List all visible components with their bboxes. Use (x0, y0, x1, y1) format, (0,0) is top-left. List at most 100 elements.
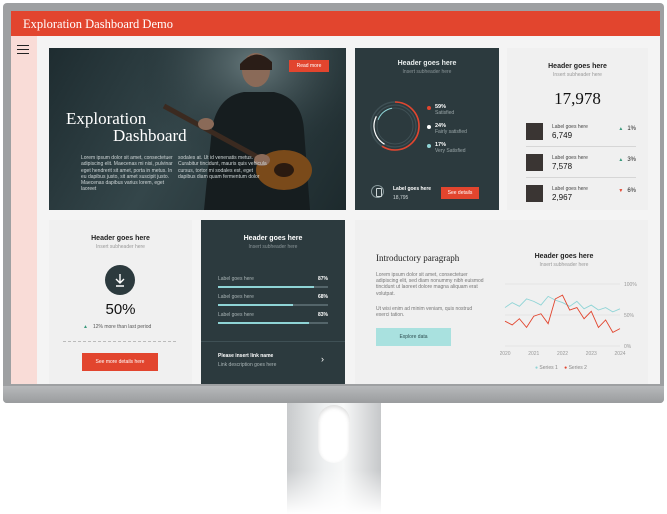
y-tick-label: 0% (624, 344, 632, 350)
progress-label: Label goes here (218, 294, 254, 300)
percent-value: 50% (105, 301, 136, 318)
satisfaction-subheader: Insert subheader here (402, 69, 452, 75)
download-icon (105, 265, 135, 295)
person-change: ▼ 6% (618, 188, 636, 194)
intro-title: Introductory paragraph (376, 253, 460, 263)
chart-subheader: Insert subheader here (539, 262, 589, 268)
arrow-up-icon: ▲ (618, 157, 624, 163)
hamburger-menu-icon[interactable] (17, 45, 29, 54)
donut-ring-fairly (373, 104, 417, 148)
monitor-chin (3, 386, 664, 403)
dashboard-content: Exploration Dashboard Lorem ipsum dolor … (37, 36, 660, 384)
progress-value: 68% (317, 294, 328, 300)
y-tick-label: 100% (624, 282, 637, 288)
person-value: 2,967 (552, 193, 573, 202)
chart-header: Header goes here (534, 253, 594, 260)
progress-label: Label goes here (218, 312, 254, 318)
chevron-right-icon[interactable]: › (321, 354, 324, 364)
arrow-down-icon: ▼ (618, 188, 624, 194)
series-1-name: Series 1 (539, 365, 558, 371)
see-details-button[interactable]: See details (441, 187, 479, 199)
percent-note-text: 12% more than last period (92, 324, 152, 330)
avatar (526, 154, 543, 171)
monitor-frame: Exploration Dashboard Demo Exploration D… (3, 3, 664, 403)
legend-satisfied: 59% Satisfied (427, 104, 455, 116)
see-more-details-button[interactable]: See more details here (82, 353, 158, 371)
avatar (526, 123, 543, 140)
person-label: Label goes here (552, 124, 588, 130)
satisfaction-card: Header goes here Insert subheader here 5… (355, 48, 499, 210)
progress-value: 87% (317, 276, 328, 282)
line-chart: 100% 50% 0% 2020 2021 2022 2023 2024 (500, 282, 637, 357)
phone-icon (371, 185, 384, 198)
legend-fairly-satisfied: 24% Fairly satisfied (427, 123, 467, 135)
series-2-name: Series 2 (568, 365, 587, 371)
explore-data-button[interactable]: Explore data (376, 328, 451, 346)
dashed-divider (63, 341, 176, 342)
x-tick-label: 2020 (500, 351, 511, 357)
person-change-value: 6% (627, 188, 636, 194)
people-subheader: Insert subheader here (553, 72, 602, 78)
percent-header: Header goes here (91, 235, 150, 242)
app-title: Exploration Dashboard Demo (11, 11, 660, 36)
progress-value: 83% (317, 312, 328, 318)
series-1-marker: ● (535, 365, 539, 371)
satisfied-dot (427, 106, 431, 110)
very-satisfied-dot (427, 144, 431, 148)
read-more-button[interactable]: Read more (289, 60, 329, 72)
person-row-2: Label goes here 7,578 ▲ 3% (526, 154, 636, 176)
person-label: Label goes here (552, 186, 588, 192)
chart-legend: ● Series 1 ● Series 2 (535, 365, 587, 371)
donut-ring-very (376, 107, 414, 145)
divider (526, 146, 636, 147)
hero-paragraph-2: sodales at. Ut id venenatis metus. Curab… (178, 155, 267, 180)
arrow-up-icon: ▲ (618, 126, 624, 132)
progress-label: Label goes here (218, 276, 254, 282)
people-header: Header goes here (548, 63, 607, 70)
link-name[interactable]: Please insert link name (218, 353, 273, 359)
y-tick-label: 50% (624, 313, 635, 319)
progress-row-1: Label goes here 87% (218, 276, 328, 288)
legend-very-satisfied: 17% Very Satisfied (427, 142, 466, 154)
satisfaction-header: Header goes here (397, 60, 457, 67)
progress-track (218, 286, 328, 288)
stand-cable-hole (318, 405, 350, 463)
percent-card: Header goes here Insert subheader here 5… (49, 220, 192, 384)
person-label: Label goes here (552, 155, 588, 161)
person-change: ▲ 3% (618, 157, 636, 163)
progress-subheader: Insert subheader here (248, 244, 298, 250)
hero-card: Exploration Dashboard Lorem ipsum dolor … (49, 48, 346, 210)
intro-paragraph-1: Lorem ipsum dolor sit amet, consectetuer… (376, 272, 484, 297)
chart-card: Introductory paragraph Lorem ipsum dolor… (355, 220, 648, 384)
series-1-line (504, 295, 621, 313)
stand-fade (287, 470, 381, 514)
person-row-1: Label goes here 6,749 ▲ 1% (526, 123, 636, 145)
person-change-value: 1% (627, 126, 636, 132)
stat-label: Label goes here (393, 186, 432, 192)
satisfied-label: Satisfied (435, 110, 455, 116)
percent-note: ▲ 12% more than last period (83, 324, 151, 330)
fairly-satisfied-dot (427, 125, 431, 129)
progress-card: Header goes here Insert subheader here L… (201, 220, 345, 384)
hero-title: Exploration Dashboard (66, 110, 187, 144)
person-change-value: 3% (627, 157, 636, 163)
x-tick-label: 2022 (557, 351, 568, 357)
fairly-satisfied-label: Fairly satisfied (435, 129, 467, 135)
people-card: Header goes here Insert subheader here 1… (507, 48, 648, 210)
arrow-up-icon: ▲ (83, 324, 88, 330)
progress-row-2: Label goes here 68% (218, 294, 328, 306)
progress-row-3: Label goes here 83% (218, 312, 328, 324)
series-2-marker: ● (564, 365, 568, 371)
screen: Exploration Dashboard Demo Exploration D… (11, 11, 660, 384)
hero-title-line2: Dashboard (113, 126, 187, 145)
x-tick-label: 2024 (614, 351, 625, 357)
divider (201, 341, 345, 342)
progress-fill (218, 286, 314, 288)
sidebar (11, 36, 37, 384)
people-total: 17,978 (554, 89, 601, 108)
series-2-line (504, 294, 621, 333)
divider (526, 177, 636, 178)
person-row-3: Label goes here 2,967 ▼ 6% (526, 185, 636, 207)
x-tick-label: 2023 (586, 351, 597, 357)
hero-paragraph-1: Lorem ipsum dolor sit amet, consectetuer… (81, 155, 173, 193)
